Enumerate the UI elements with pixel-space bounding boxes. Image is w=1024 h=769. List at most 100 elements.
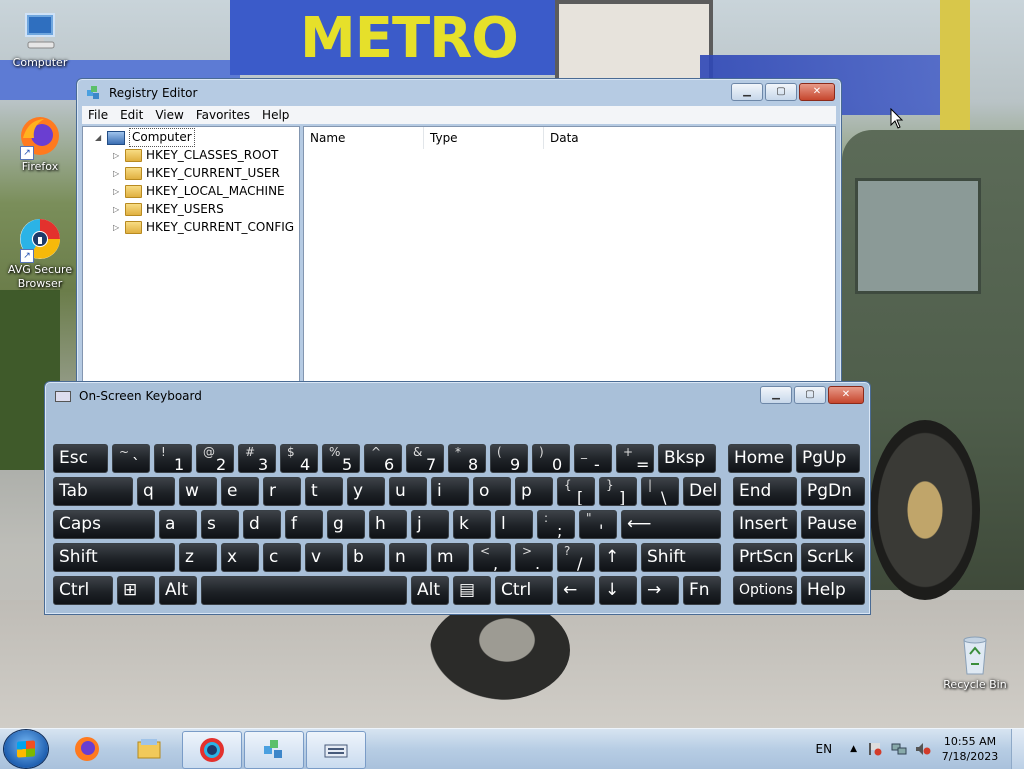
key-d-2-3[interactable]: d bbox=[243, 510, 281, 539]
key-alt-4-2[interactable]: Alt bbox=[159, 576, 197, 605]
menu-file[interactable]: File bbox=[82, 106, 114, 124]
key-symbol-2-10[interactable]: :; bbox=[537, 510, 575, 539]
maximize-button[interactable]: ▢ bbox=[765, 83, 797, 101]
key-n-3-6[interactable]: n bbox=[389, 543, 427, 572]
key-pgdn-1-16[interactable]: PgDn bbox=[801, 477, 865, 506]
action-center-flag-icon[interactable] bbox=[867, 742, 883, 756]
key-end-1-15[interactable]: End bbox=[733, 477, 797, 506]
column-header-data[interactable]: Data bbox=[544, 127, 835, 149]
key-z-3-1[interactable]: z bbox=[179, 543, 217, 572]
key-e-1-3[interactable]: e bbox=[221, 477, 259, 506]
key-pgup-0-16[interactable]: PgUp bbox=[796, 444, 860, 473]
clock[interactable]: 10:55 AM 7/18/2023 bbox=[935, 734, 1005, 764]
start-button[interactable] bbox=[4, 730, 48, 768]
key-u-1-7[interactable]: u bbox=[389, 477, 427, 506]
key-prtscn-3-13[interactable]: PrtScn bbox=[733, 543, 797, 572]
osk-titlebar[interactable]: On-Screen Keyboard ▁ ▢ ✕ bbox=[45, 382, 870, 410]
key-scrlk-3-14[interactable]: ScrLk bbox=[801, 543, 865, 572]
key-q-1-1[interactable]: q bbox=[137, 477, 175, 506]
desktop-icon-computer[interactable]: Computer bbox=[0, 10, 80, 70]
key-space-4-3[interactable] bbox=[201, 576, 407, 605]
collapsed-arrow-icon[interactable]: ▷ bbox=[113, 219, 125, 236]
collapsed-arrow-icon[interactable]: ▷ bbox=[113, 147, 125, 164]
menu-edit[interactable]: Edit bbox=[114, 106, 149, 124]
key-symbol-3-10[interactable]: ? / bbox=[557, 543, 595, 572]
key-j-2-7[interactable]: j bbox=[411, 510, 449, 539]
volume-muted-icon[interactable] bbox=[915, 742, 931, 756]
minimize-button[interactable]: ▁ bbox=[731, 83, 763, 101]
key-esc-0-0[interactable]: Esc bbox=[53, 444, 108, 473]
tree-node-hkey-users[interactable]: ▷ HKEY_USERS bbox=[113, 201, 224, 218]
key-home-0-15[interactable]: Home bbox=[728, 444, 792, 473]
key-i-1-8[interactable]: i bbox=[431, 477, 469, 506]
desktop-icon-recycle-bin[interactable]: Recycle Bin bbox=[935, 632, 1015, 692]
menu-view[interactable]: View bbox=[149, 106, 189, 124]
key-1-0-2[interactable]: ! 1 bbox=[154, 444, 192, 473]
key-g-2-5[interactable]: g bbox=[327, 510, 365, 539]
key-r-1-4[interactable]: r bbox=[263, 477, 301, 506]
collapsed-arrow-icon[interactable]: ▷ bbox=[113, 183, 125, 200]
desktop-icon-firefox[interactable]: ↗ Firefox bbox=[0, 114, 80, 174]
key-symbol-3-11[interactable]: ↑ bbox=[599, 543, 637, 572]
key-symbol-4-9[interactable]: → bbox=[641, 576, 679, 605]
key-shift-3-12[interactable]: Shift bbox=[641, 543, 721, 572]
key-symbol-1-12[interactable]: }] bbox=[599, 477, 637, 506]
menu-help[interactable]: Help bbox=[256, 106, 295, 124]
key-symbol-4-8[interactable]: ↓ bbox=[599, 576, 637, 605]
key-symbol-4-5[interactable]: ▤ bbox=[453, 576, 491, 605]
key-l-2-9[interactable]: l bbox=[495, 510, 533, 539]
key-help-4-12[interactable]: Help bbox=[801, 576, 865, 605]
key-alt-4-4[interactable]: Alt bbox=[411, 576, 449, 605]
key-fn-4-10[interactable]: Fn bbox=[683, 576, 721, 605]
minimize-button[interactable]: ▁ bbox=[760, 386, 792, 404]
key-symbol-4-1[interactable]: ⊞ bbox=[117, 576, 155, 605]
column-header-type[interactable]: Type bbox=[424, 127, 544, 149]
tree-node-hkey-current-user[interactable]: ▷ HKEY_CURRENT_USER bbox=[113, 165, 280, 182]
show-desktop-button[interactable] bbox=[1011, 729, 1024, 769]
registry-editor-titlebar[interactable]: Registry Editor ▁ ▢ ✕ bbox=[77, 79, 841, 107]
key-k-2-8[interactable]: k bbox=[453, 510, 491, 539]
tree-node-hkey-current-config[interactable]: ▷ HKEY_CURRENT_CONFIG bbox=[113, 219, 294, 236]
key-m-3-7[interactable]: m bbox=[431, 543, 469, 572]
key-0-0-11[interactable]: ) 0 bbox=[532, 444, 570, 473]
key-symbol-2-11[interactable]: " ' bbox=[579, 510, 617, 539]
key-tab-1-0[interactable]: Tab bbox=[53, 477, 133, 506]
maximize-button[interactable]: ▢ bbox=[794, 386, 826, 404]
key-symbol-1-11[interactable]: {[ bbox=[557, 477, 595, 506]
key-ctrl-4-0[interactable]: Ctrl bbox=[53, 576, 113, 605]
key-o-1-9[interactable]: o bbox=[473, 477, 511, 506]
registry-editor-window[interactable]: Registry Editor ▁ ▢ ✕ File Edit View Fav… bbox=[76, 78, 842, 411]
tree-node-hkey-local-machine[interactable]: ▷ HKEY_LOCAL_MACHINE bbox=[113, 183, 285, 200]
key-x-3-2[interactable]: x bbox=[221, 543, 259, 572]
taskbar-firefox[interactable] bbox=[58, 731, 116, 767]
key-h-2-6[interactable]: h bbox=[369, 510, 407, 539]
key-t-1-5[interactable]: t bbox=[305, 477, 343, 506]
key-9-0-10[interactable]: (9 bbox=[490, 444, 528, 473]
key-symbol-3-8[interactable]: <, bbox=[473, 543, 511, 572]
key-shift-3-0[interactable]: Shift bbox=[53, 543, 175, 572]
close-button[interactable]: ✕ bbox=[799, 83, 835, 101]
desktop-icon-avg-secure-browser[interactable]: ↗ AVG Secure Browser bbox=[0, 217, 80, 291]
close-button[interactable]: ✕ bbox=[828, 386, 864, 404]
taskbar-file-explorer[interactable] bbox=[120, 731, 178, 767]
key-3-0-4[interactable]: #3 bbox=[238, 444, 276, 473]
key-pause-2-14[interactable]: Pause bbox=[801, 510, 865, 539]
key-symbol-0-12[interactable]: _ - bbox=[574, 444, 612, 473]
key-caps-2-0[interactable]: Caps bbox=[53, 510, 155, 539]
key-c-3-3[interactable]: c bbox=[263, 543, 301, 572]
key-del-1-14[interactable]: Del bbox=[683, 477, 721, 506]
collapsed-arrow-icon[interactable]: ▷ bbox=[113, 201, 125, 218]
taskbar-avg-secure-browser[interactable] bbox=[182, 731, 242, 769]
key-5-0-6[interactable]: % 5 bbox=[322, 444, 360, 473]
key-symbol-3-9[interactable]: >. bbox=[515, 543, 553, 572]
key-insert-2-13[interactable]: Insert bbox=[733, 510, 797, 539]
collapsed-arrow-icon[interactable]: ▷ bbox=[113, 165, 125, 182]
key-y-1-6[interactable]: y bbox=[347, 477, 385, 506]
menu-favorites[interactable]: Favorites bbox=[190, 106, 256, 124]
key-a-2-1[interactable]: a bbox=[159, 510, 197, 539]
show-hidden-icons-icon[interactable]: ▲ bbox=[850, 744, 857, 754]
on-screen-keyboard-window[interactable]: On-Screen Keyboard ▁ ▢ ✕ Esc ~ `! 1 @2 #3 $4% 5… bbox=[44, 381, 871, 615]
key-symbol-2-12[interactable]: ⟵ bbox=[621, 510, 721, 539]
key-f-2-4[interactable]: f bbox=[285, 510, 323, 539]
key-symbol-0-13[interactable]: + = bbox=[616, 444, 654, 473]
